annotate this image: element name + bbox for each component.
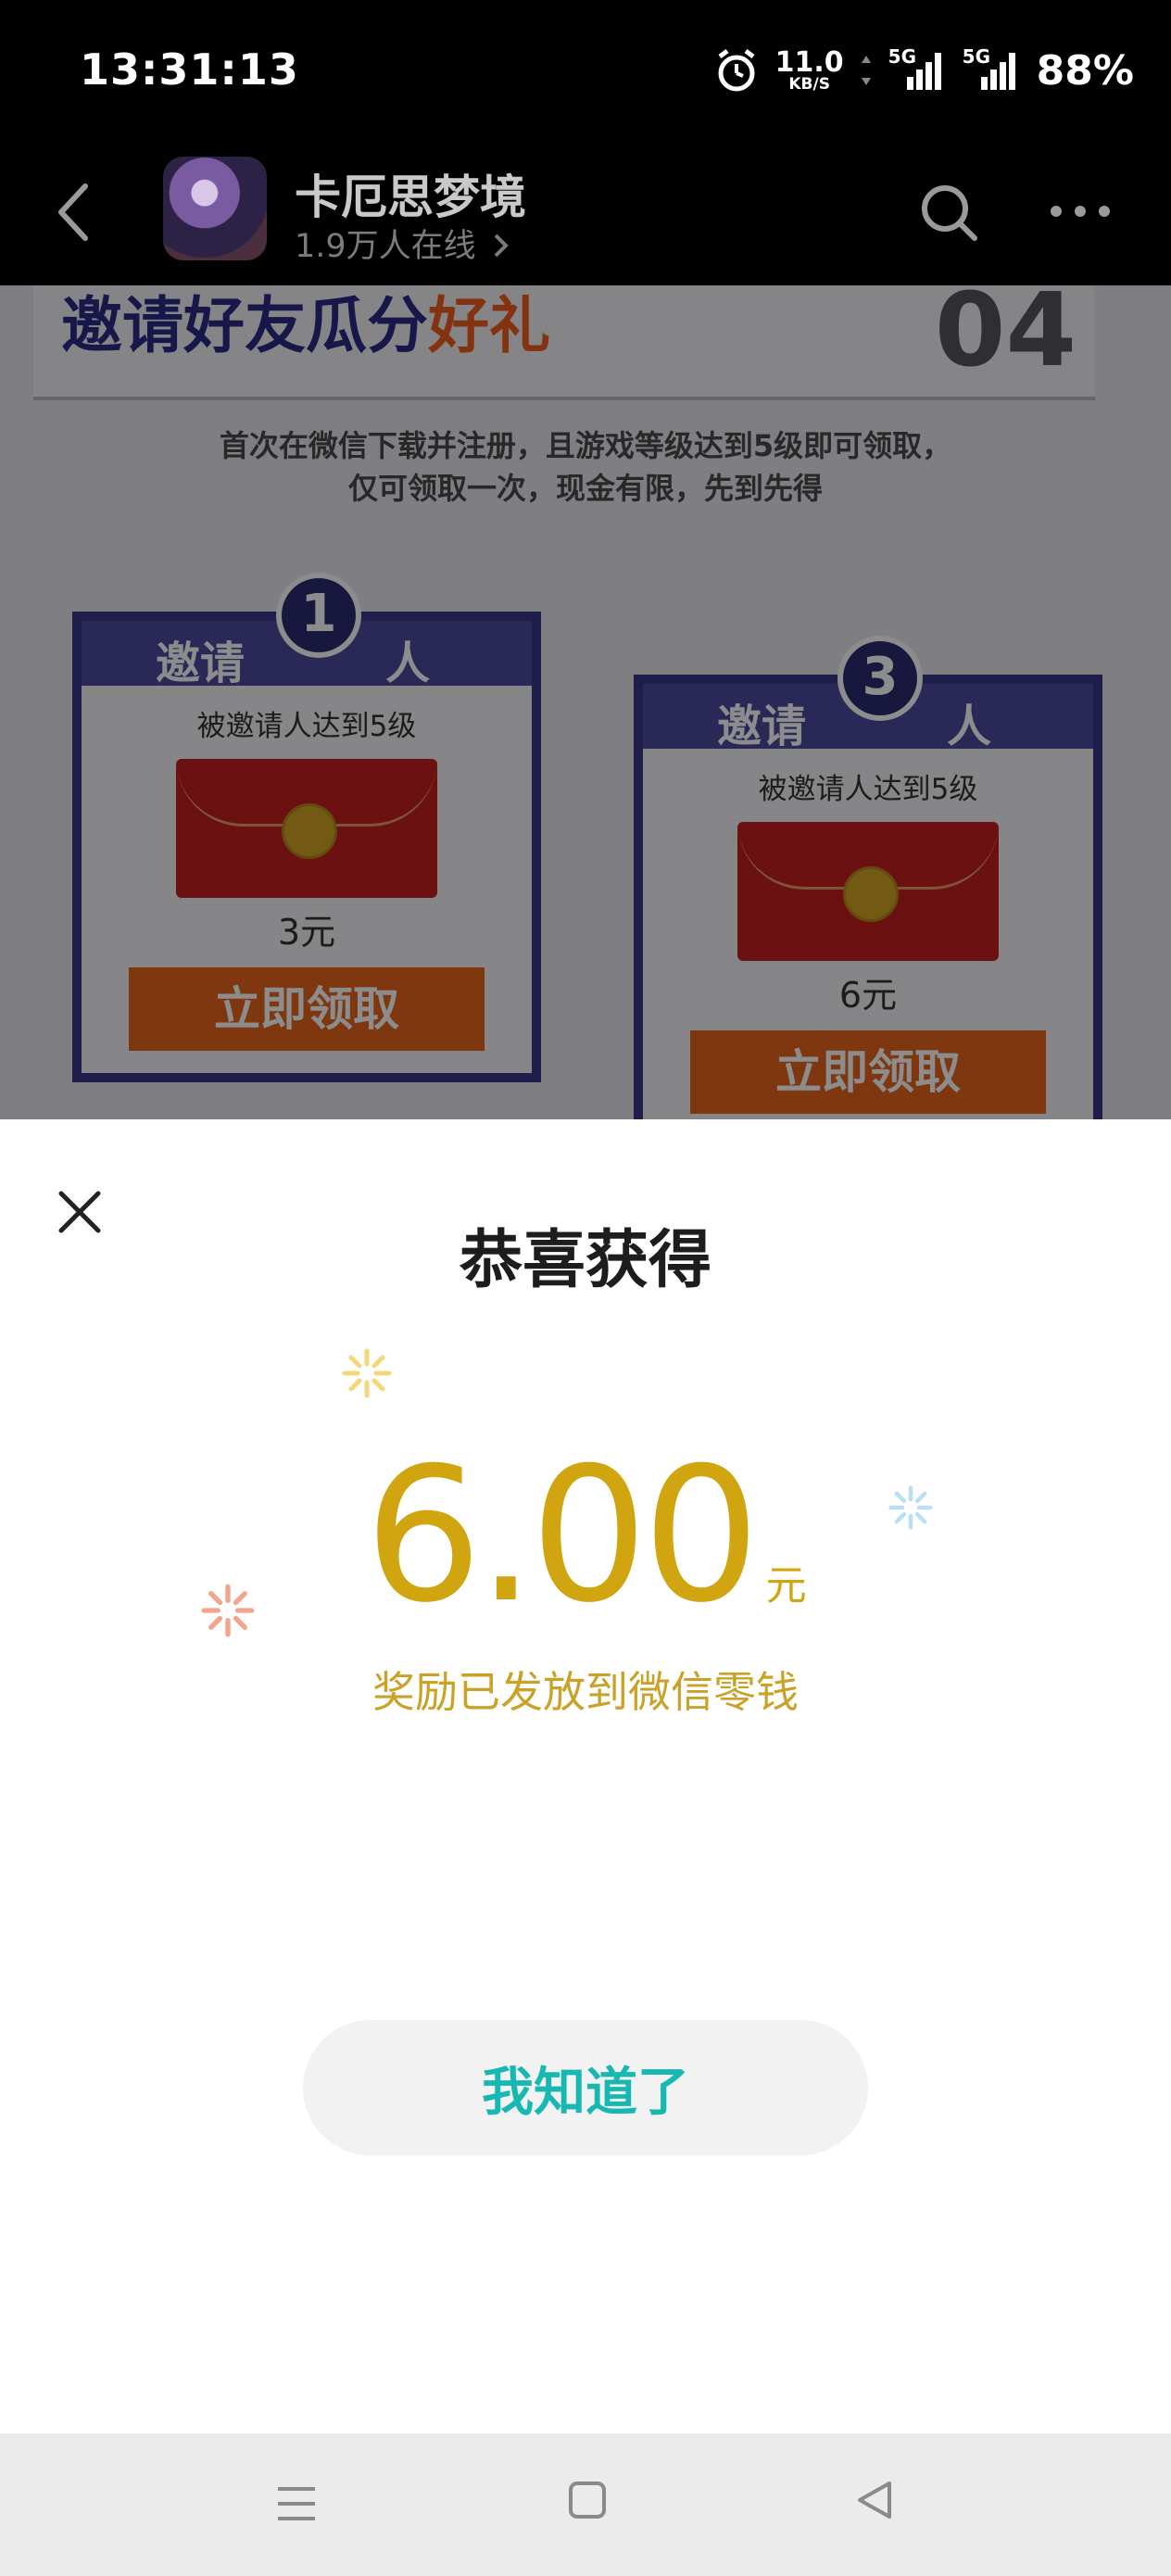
sheet-title: 恭喜获得 [459, 1224, 711, 1297]
reward-sheet: 恭喜获得 6.00 元 奖励已发放到微信零钱 我知道了 [0, 1119, 1171, 2433]
back-triangle-icon[interactable] [852, 2478, 897, 2522]
reward-description: 奖励已发放到微信零钱 [372, 1667, 799, 1717]
reward-amount: 6.00 元 [0, 1444, 1171, 1629]
alarm-icon [718, 49, 755, 92]
network-speed-unit: KB/S [788, 74, 830, 94]
back-icon[interactable] [46, 175, 102, 249]
confirm-button[interactable]: 我知道了 [303, 2020, 868, 2155]
app-icon[interactable] [163, 157, 267, 260]
amount-value: 6.00 [364, 1428, 760, 1644]
status-time: 13:31:13 [80, 44, 299, 95]
app-header: 卡厄思梦境 1.9万人在线 [0, 144, 1171, 285]
system-nav-bar [0, 2433, 1171, 2576]
amount-unit: 元 [765, 1562, 807, 1610]
menu-icon[interactable] [274, 2483, 319, 2524]
data-arrows-icon [861, 56, 871, 85]
modal-overlay[interactable] [0, 285, 1171, 1119]
status-bar: 13:31:13 11.0 KB/S 5G 5G 88% [0, 0, 1171, 144]
network-speed: 11.0 KB/S [774, 45, 844, 94]
sparkle-icon [342, 1348, 392, 1398]
signal-icon: 5G [963, 45, 1020, 92]
status-icons: 11.0 KB/S 5G 5G 88% [714, 44, 1134, 96]
more-icon[interactable] [1047, 201, 1114, 221]
battery-level: 88% [1036, 46, 1134, 95]
chevron-right-icon [494, 234, 509, 258]
home-icon[interactable] [567, 2480, 608, 2520]
network-speed-value: 11.0 [774, 45, 844, 79]
signal-icon: 5G [888, 45, 946, 92]
search-icon[interactable] [917, 181, 982, 246]
online-count-text: 1.9万人在线 [295, 228, 476, 265]
app-title[interactable]: 卡厄思梦境 [295, 160, 526, 227]
online-count[interactable]: 1.9万人在线 [295, 220, 510, 267]
